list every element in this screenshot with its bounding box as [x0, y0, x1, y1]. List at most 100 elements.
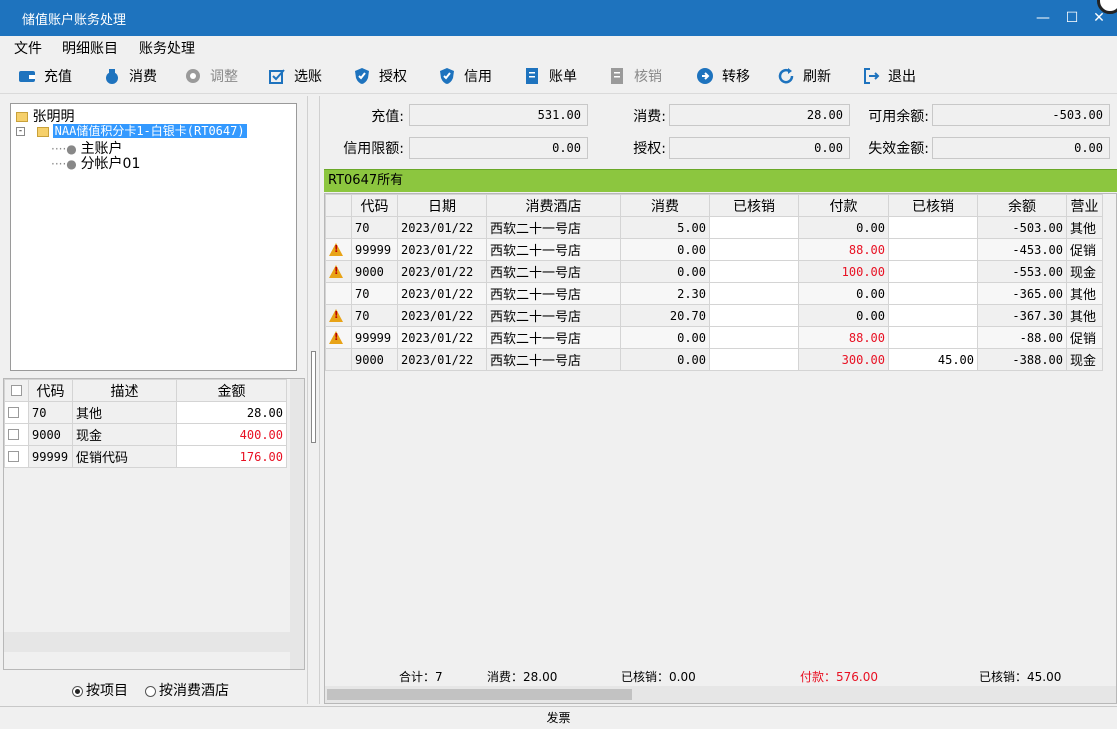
cell-description: 现金 — [72, 423, 177, 446]
row-checkbox[interactable] — [4, 445, 29, 468]
consume-field: 28.00 — [669, 104, 850, 126]
bill-icon — [523, 67, 541, 85]
column-amount[interactable]: 金额 — [176, 379, 287, 402]
table-row[interactable]: 99999 促销代码 176.00 — [4, 445, 287, 468]
cell-balance: -365.00 — [977, 282, 1067, 305]
cell-date: 2023/01/22 — [397, 282, 487, 305]
column-business[interactable]: 营业 — [1066, 194, 1103, 217]
column-code[interactable]: 代码 — [351, 194, 398, 217]
cell-date: 2023/01/22 — [397, 304, 487, 327]
authorize-button[interactable]: 授权 — [353, 65, 407, 87]
cell-flag — [325, 348, 352, 371]
credit-button[interactable]: 信用 — [438, 65, 492, 87]
cell-consume: 0.00 — [620, 326, 710, 349]
credit-limit-field: 0.00 — [409, 137, 588, 159]
cell-consume-written-off — [709, 238, 799, 261]
cell-consume-written-off — [709, 348, 799, 371]
write-off-button[interactable]: 核销 — [608, 65, 662, 87]
adjust-button[interactable]: 调整 — [184, 65, 238, 87]
select-all-checkbox[interactable] — [4, 379, 29, 402]
scrollbar-thumb[interactable] — [327, 689, 632, 700]
cell-hotel: 西软二十一号店 — [486, 326, 621, 349]
cell-consume: 0.00 — [620, 238, 710, 261]
table-row[interactable]: 9000 2023/01/22 西软二十一号店 0.00 300.00 45.00 -388… — [325, 348, 1103, 371]
menu-detail-accounts[interactable]: 明细账目 — [62, 38, 118, 58]
menu-bar: 文件 明细账目 账务处理 — [0, 36, 1117, 58]
folder-icon — [36, 126, 49, 137]
cell-hotel: 西软二十一号店 — [486, 216, 621, 239]
cell-business: 其他 — [1066, 216, 1103, 239]
table-row[interactable]: 999992023/01/22西软二十一号店0.00 88.00 -88.00促销 — [325, 326, 1103, 349]
horizontal-scrollbar[interactable] — [4, 632, 290, 652]
cell-consume-written-off — [709, 282, 799, 305]
table-row[interactable]: 70 2023/01/22 西软二十一号店 2.30 0.00 -365.00 其他 — [325, 282, 1103, 305]
row-checkbox[interactable] — [4, 401, 29, 424]
collapse-toggle-icon[interactable]: - — [16, 127, 25, 136]
adjust-label: 调整 — [210, 69, 238, 85]
cell-flag — [325, 260, 352, 283]
recharge-button[interactable]: 充值 — [18, 65, 72, 87]
cell-consume: 2.30 — [620, 282, 710, 305]
table-row[interactable]: 9000 现金 400.00 — [4, 423, 287, 446]
cell-hotel: 西软二十一号店 — [486, 260, 621, 283]
cell-code: 70 — [351, 304, 398, 327]
menu-account-processing[interactable]: 账务处理 — [139, 38, 195, 58]
table-row[interactable]: 999992023/01/22西软二十一号店0.00 88.00 -453.00促销 — [325, 238, 1103, 261]
account-tree: 张明明 - NAA储值积分卡1-白银卡(RT0647) ····● 主账户 ··… — [10, 103, 297, 371]
cell-date: 2023/01/22 — [397, 216, 487, 239]
adjust-icon — [184, 67, 202, 85]
column-code[interactable]: 代码 — [28, 379, 73, 402]
table-row[interactable]: 70 其他 28.00 — [4, 401, 287, 424]
cell-consume: 0.00 — [620, 260, 710, 283]
cell-code: 9000 — [28, 423, 73, 446]
cell-payment: 0.00 — [798, 282, 889, 305]
group-by-item-radio[interactable]: 按项目 — [72, 680, 128, 700]
expired-amount-field: 0.00 — [932, 137, 1110, 159]
vertical-scrollbar[interactable] — [290, 379, 304, 669]
cell-code: 70 — [351, 282, 398, 305]
total-consume-written-off: 已核销：0.00 — [621, 670, 696, 684]
minimize-button[interactable]: — — [1030, 6, 1056, 30]
maximize-button[interactable]: ☐ — [1059, 6, 1085, 30]
menu-file[interactable]: 文件 — [14, 38, 42, 58]
tree-node-card[interactable]: - NAA储值积分卡1-白银卡(RT0647) — [16, 122, 247, 139]
row-checkbox[interactable] — [4, 423, 29, 446]
authorization-field: 0.00 — [669, 137, 850, 159]
select-account-button[interactable]: 选账 — [268, 65, 322, 87]
column-consume-written-off[interactable]: 已核销 — [709, 194, 799, 217]
cell-business: 其他 — [1066, 304, 1103, 327]
cell-payment: 100.00 — [798, 260, 889, 283]
column-description[interactable]: 描述 — [72, 379, 177, 402]
cell-consume-written-off — [709, 304, 799, 327]
consume-button[interactable]: 消费 — [103, 65, 157, 87]
cell-payment-written-off — [888, 282, 978, 305]
column-date[interactable]: 日期 — [397, 194, 487, 217]
table-row[interactable]: 702023/01/22西软二十一号店20.70 0.00 -367.30其他 — [325, 304, 1103, 327]
column-payment[interactable]: 付款 — [798, 194, 889, 217]
cell-hotel: 西软二十一号店 — [486, 304, 621, 327]
column-consume[interactable]: 消费 — [620, 194, 710, 217]
exit-button[interactable]: 退出 — [862, 65, 916, 87]
tree-bullet-icon: ····● — [51, 157, 77, 171]
cell-code: 70 — [28, 401, 73, 424]
warning-icon — [329, 243, 343, 256]
pane-splitter[interactable] — [307, 96, 320, 704]
transfer-button[interactable]: 转移 — [696, 65, 750, 87]
splitter-grip-icon[interactable] — [311, 351, 316, 443]
available-balance-field: -503.00 — [932, 104, 1110, 126]
horizontal-scrollbar[interactable] — [325, 686, 1116, 703]
refresh-icon — [777, 67, 795, 85]
table-row[interactable]: 70 2023/01/22 西软二十一号店 5.00 0.00 -503.00 其他 — [325, 216, 1103, 239]
group-by-hotel-radio[interactable]: 按消费酒店 — [145, 680, 229, 700]
available-balance-label: 可用余额: — [868, 109, 929, 125]
table-row[interactable]: 90002023/01/22西软二十一号店0.00 100.00 -553.00现金 — [325, 260, 1103, 283]
column-hotel[interactable]: 消费酒店 — [486, 194, 621, 217]
tree-node-sub-account[interactable]: ····● 分帐户01 — [51, 153, 140, 173]
bill-button[interactable]: 账单 — [523, 65, 577, 87]
bill-label: 账单 — [549, 69, 577, 85]
column-balance[interactable]: 余额 — [977, 194, 1067, 217]
consume-label: 消费 — [129, 69, 157, 85]
authorization-label: 授权: — [633, 141, 666, 157]
refresh-button[interactable]: 刷新 — [777, 65, 831, 87]
column-payment-written-off[interactable]: 已核销 — [888, 194, 978, 217]
